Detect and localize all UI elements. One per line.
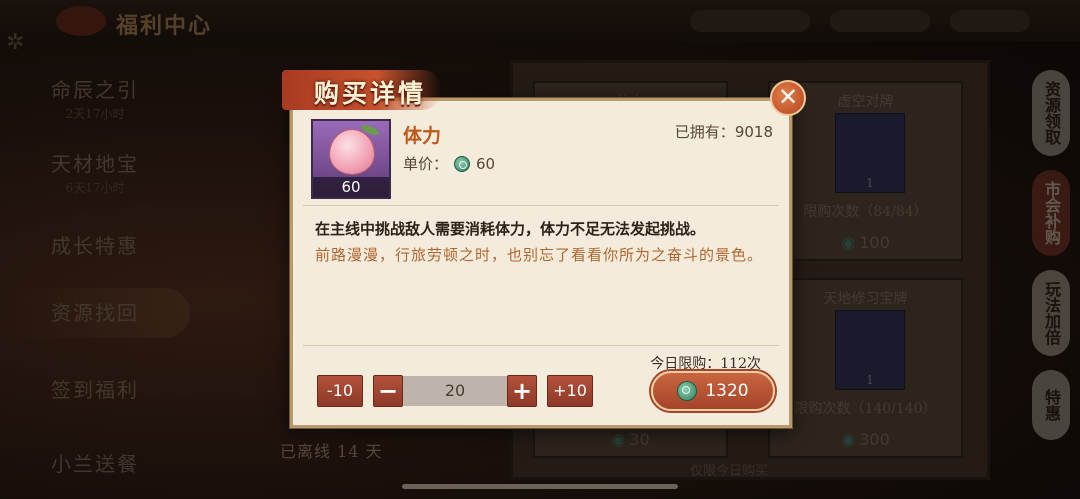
divider bbox=[303, 345, 779, 346]
divider bbox=[303, 205, 779, 206]
minus-ten-button[interactable]: -10 bbox=[317, 375, 363, 407]
owned-label: 已拥有： bbox=[674, 123, 735, 141]
peach-icon bbox=[329, 129, 375, 175]
modal-title: 购买详情 bbox=[314, 79, 427, 108]
plus-button[interactable]: + bbox=[507, 375, 537, 407]
buy-total: 1320 bbox=[705, 381, 749, 401]
home-indicator[interactable] bbox=[402, 484, 678, 489]
buy-button[interactable]: 1320 bbox=[651, 371, 775, 411]
unit-price-label: 单价： bbox=[403, 155, 449, 173]
item-qty-badge: 60 bbox=[313, 177, 389, 197]
unit-price: 单价： 60 bbox=[403, 153, 495, 174]
unit-price-value: 60 bbox=[476, 154, 496, 173]
jade-coin-icon bbox=[454, 155, 471, 172]
item-description: 在主线中挑战敌人需要消耗体力，体力不足无法发起挑战。 bbox=[315, 220, 706, 238]
close-icon[interactable]: ✕ bbox=[770, 80, 806, 116]
daily-purchase-limit: 今日限购：112次 bbox=[650, 356, 761, 372]
quantity-input[interactable]: 20 bbox=[403, 376, 507, 406]
jade-coin-icon bbox=[677, 381, 698, 401]
minus-button[interactable]: − bbox=[373, 375, 403, 407]
item-frame: 60 bbox=[311, 119, 391, 199]
plus-ten-button[interactable]: +10 bbox=[547, 375, 593, 407]
purchase-detail-modal: 60 体力 已拥有：9018 单价： 60 在主线中挑战敌人需要消耗体力，体力不… bbox=[290, 98, 792, 428]
item-flavor-text: 前路漫漫，行旅劳顿之时，也别忘了看看你所为之奋斗的景色。 bbox=[315, 246, 764, 264]
item-name: 体力 bbox=[403, 125, 442, 147]
owned-count: 已拥有：9018 bbox=[675, 121, 773, 142]
owned-value: 9018 bbox=[734, 123, 773, 141]
